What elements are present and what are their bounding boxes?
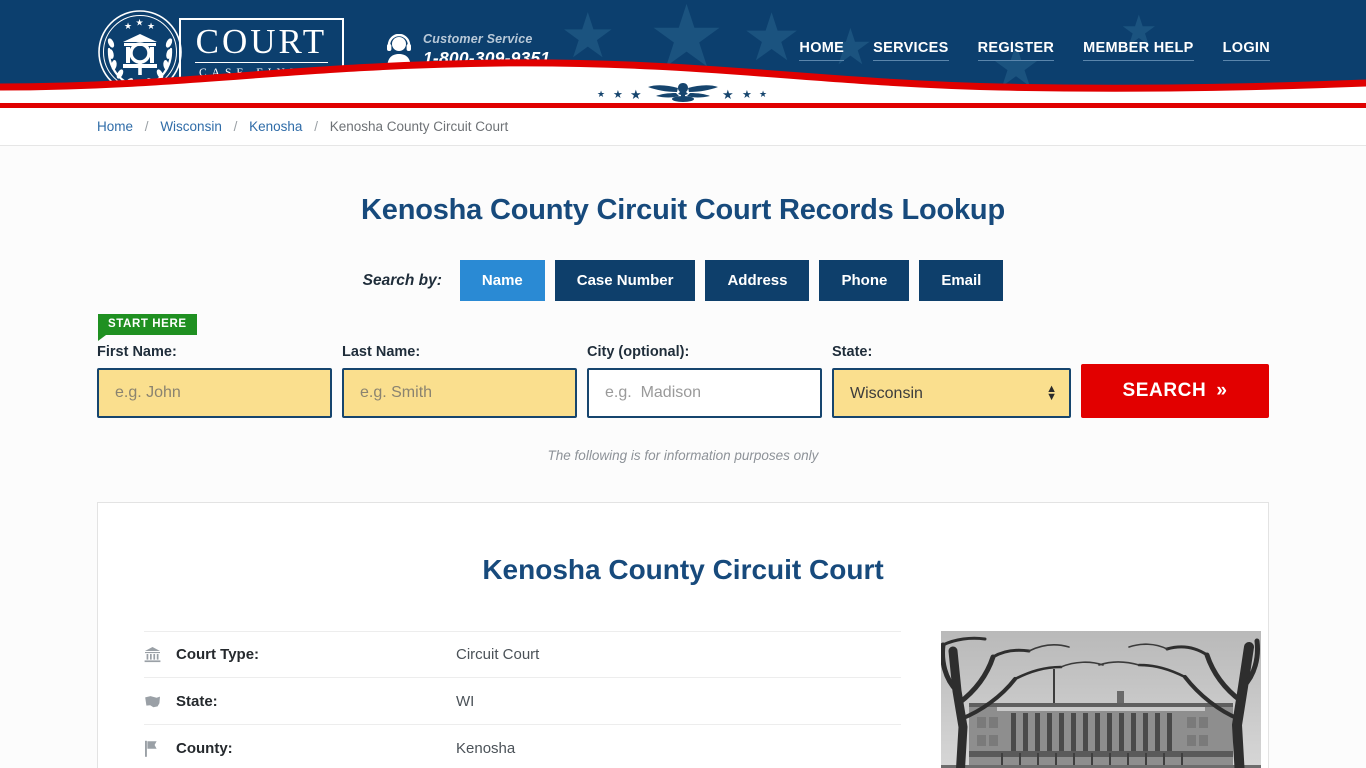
last-name-input[interactable] xyxy=(342,368,577,418)
site-header: ★ ★ ★ ★ ★ ★ ★ ★ ★ COURT CASE FINDER Cust… xyxy=(0,0,1366,103)
svg-text:★: ★ xyxy=(597,90,605,100)
customer-service-label: Customer Service xyxy=(423,32,533,46)
search-button[interactable]: SEARCH » xyxy=(1081,364,1269,418)
last-name-label: Last Name: xyxy=(342,344,421,360)
row-label: Court Type: xyxy=(176,646,260,663)
bank-columns-icon xyxy=(144,646,176,663)
svg-text:★: ★ xyxy=(742,88,752,101)
tab-address[interactable]: Address xyxy=(705,260,810,301)
table-row: County: Kenosha xyxy=(144,725,901,768)
svg-text:★: ★ xyxy=(124,22,132,32)
state-select-wrap: Wisconsin ▲ ▼ xyxy=(832,368,1071,418)
svg-text:★: ★ xyxy=(630,88,642,103)
double-chevron-right-icon: » xyxy=(1216,380,1228,401)
breadcrumb: Home / Wisconsin / Kenosha / Kenosha Cou… xyxy=(97,119,508,134)
court-name-title: Kenosha County Circuit Court xyxy=(482,554,884,585)
last-name-field: Last Name: xyxy=(342,344,577,418)
svg-text:★: ★ xyxy=(613,88,623,101)
breadcrumb-separator: / xyxy=(144,119,149,134)
eagle-icon xyxy=(648,83,718,102)
breadcrumb-separator: / xyxy=(233,119,238,134)
page-content: Kenosha County Circuit Court Records Loo… xyxy=(0,146,1366,768)
state-select[interactable]: Wisconsin xyxy=(832,368,1071,418)
table-row: Court Type: Circuit Court xyxy=(144,631,901,678)
page-title: Kenosha County Circuit Court Records Loo… xyxy=(361,194,1005,226)
city-label: City (optional): xyxy=(587,344,690,360)
breadcrumb-separator: / xyxy=(314,119,318,134)
court-details-body: Court Type: Circuit Court State: WI Coun… xyxy=(144,586,1261,768)
court-details-table: Court Type: Circuit Court State: WI Coun… xyxy=(144,631,901,768)
svg-text:★: ★ xyxy=(722,88,734,103)
courthouse-photo xyxy=(941,631,1261,768)
table-row: State: WI xyxy=(144,678,901,725)
first-name-field: First Name: xyxy=(97,344,332,418)
breadcrumb-item-home[interactable]: Home xyxy=(97,119,133,134)
row-value: Kenosha xyxy=(456,739,516,757)
start-here-badge: START HERE xyxy=(98,314,197,341)
tab-phone[interactable]: Phone xyxy=(819,260,910,301)
search-form: START HERE First Name: Last Name: City (… xyxy=(97,301,1269,463)
breadcrumb-bar: Home / Wisconsin / Kenosha / Kenosha Cou… xyxy=(0,108,1366,146)
row-label: County: xyxy=(176,739,233,757)
city-input[interactable] xyxy=(587,368,822,418)
state-label: State: xyxy=(832,344,873,360)
search-button-label: SEARCH xyxy=(1122,380,1207,401)
row-value: WI xyxy=(456,692,475,710)
search-by-label: Search by: xyxy=(362,271,442,289)
breadcrumb-item-kenosha[interactable]: Kenosha xyxy=(249,119,302,134)
first-name-input[interactable] xyxy=(97,368,332,418)
first-name-label: First Name: xyxy=(97,344,177,360)
state-field: State: Wisconsin ▲ ▼ xyxy=(832,344,1071,418)
breadcrumb-item-wisconsin[interactable]: Wisconsin xyxy=(160,119,222,134)
disclaimer-text: The following is for information purpose… xyxy=(547,448,819,463)
tab-case-number[interactable]: Case Number xyxy=(554,260,696,301)
svg-text:★: ★ xyxy=(136,19,144,29)
city-field: City (optional): xyxy=(587,344,822,418)
search-form-row: First Name: Last Name: City (optional): … xyxy=(97,315,1269,418)
svg-text:★: ★ xyxy=(759,90,767,100)
breadcrumb-item-current: Kenosha County Circuit Court xyxy=(329,119,509,134)
flag-wave-decoration: ★ ★ ★ ★ ★ ★ xyxy=(0,57,1366,103)
row-label: State: xyxy=(176,692,218,710)
court-details-card: Kenosha County Circuit Court Court Type:… xyxy=(97,502,1269,768)
state-map-icon xyxy=(144,694,176,709)
search-type-tabs: Search by: Name Case Number Address Phon… xyxy=(0,260,1366,301)
tab-email[interactable]: Email xyxy=(919,260,1004,301)
row-value: Circuit Court xyxy=(456,646,540,663)
svg-text:★: ★ xyxy=(147,22,155,32)
tab-name[interactable]: Name xyxy=(459,260,545,301)
flag-icon xyxy=(144,740,176,757)
